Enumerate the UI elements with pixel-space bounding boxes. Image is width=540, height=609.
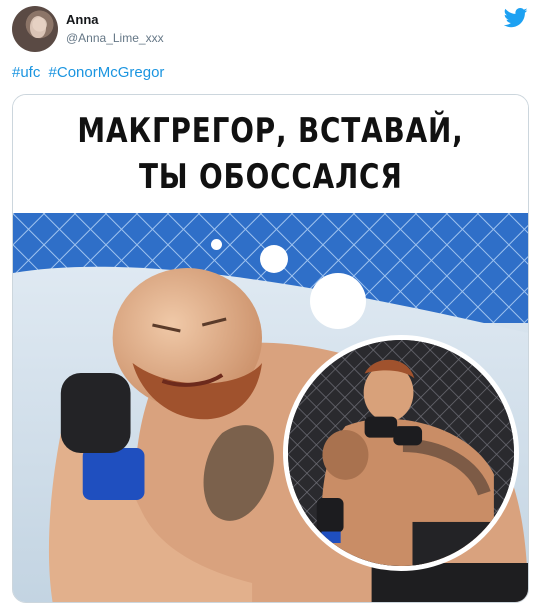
thought-bubble bbox=[211, 239, 222, 250]
tweet-card: Anna @Anna_Lime_xxx #ufc #ConorMcGregor … bbox=[0, 0, 540, 609]
meme-caption-line-2: ТЫ ОБОССАЛСЯ bbox=[138, 157, 403, 197]
twitter-bird-icon[interactable] bbox=[504, 8, 528, 28]
tweet-media-image[interactable]: МАКГРЕГОР, ВСТАВАЙ, ТЫ ОБОССАЛСЯ bbox=[12, 94, 529, 603]
meme-caption: МАКГРЕГОР, ВСТАВАЙ, ТЫ ОБОССАЛСЯ bbox=[13, 95, 528, 213]
author-handle[interactable]: @Anna_Lime_xxx bbox=[66, 31, 164, 45]
hashtag-ufc[interactable]: #ufc bbox=[12, 64, 40, 81]
avatar[interactable] bbox=[12, 6, 58, 52]
thought-bubble bbox=[260, 245, 288, 273]
dream-inset-photo bbox=[283, 335, 519, 571]
meme-caption-line-1: МАКГРЕГОР, ВСТАВАЙ, bbox=[77, 111, 464, 151]
tweet-hashtags: #ufc #ConorMcGregor bbox=[12, 64, 168, 81]
author-name[interactable]: Anna bbox=[66, 12, 99, 27]
thought-bubble bbox=[310, 273, 366, 329]
hashtag-conormcgregor[interactable]: #ConorMcGregor bbox=[49, 64, 165, 81]
